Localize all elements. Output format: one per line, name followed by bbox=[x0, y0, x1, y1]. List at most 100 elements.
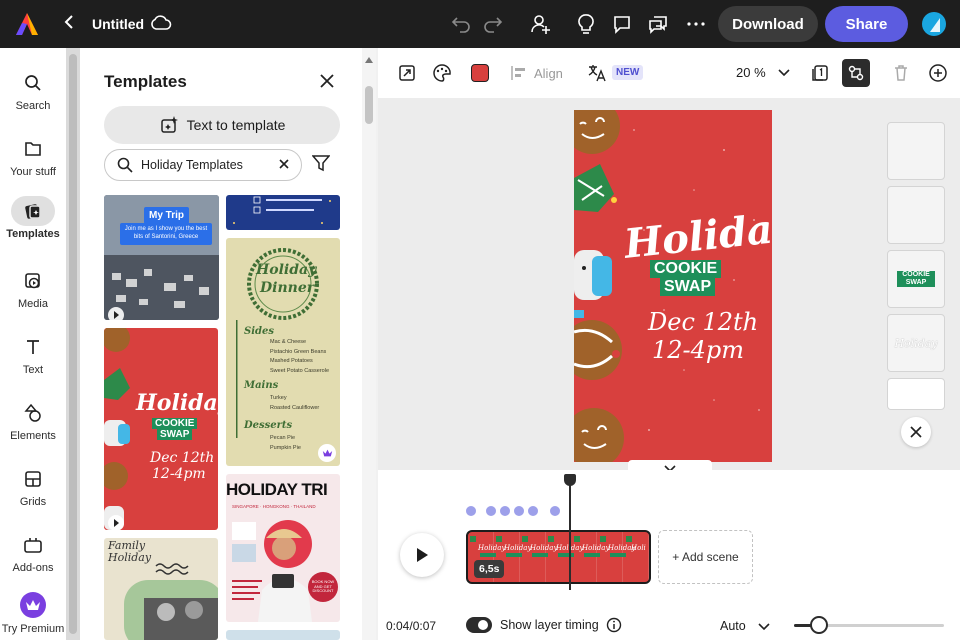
theme-palette-icon[interactable] bbox=[431, 62, 453, 84]
cloud-icon[interactable] bbox=[150, 13, 172, 38]
layer-marker[interactable] bbox=[466, 506, 476, 516]
rail-item-search[interactable]: Search bbox=[0, 68, 66, 128]
canvas-time-text[interactable]: 12-4pm bbox=[652, 336, 744, 364]
page-number-icon[interactable] bbox=[809, 62, 831, 84]
canvas-swap-text[interactable]: SWAP bbox=[660, 278, 716, 297]
lightbulb-icon[interactable] bbox=[574, 12, 598, 36]
timing-mode-select[interactable]: Auto bbox=[720, 619, 746, 633]
menu-item: Pumpkin Pie bbox=[270, 444, 301, 451]
info-icon[interactable] bbox=[606, 617, 622, 638]
close-layers-button[interactable] bbox=[901, 417, 931, 447]
more-icon[interactable] bbox=[684, 12, 708, 36]
filter-icon[interactable] bbox=[311, 154, 331, 177]
close-icon[interactable] bbox=[320, 71, 334, 94]
layer-thumb[interactable] bbox=[887, 122, 945, 180]
translate-icon[interactable] bbox=[586, 62, 608, 84]
clear-search-icon[interactable] bbox=[279, 157, 289, 172]
zoom-level[interactable]: 20 % bbox=[736, 65, 766, 80]
traveler-photo bbox=[232, 520, 312, 622]
layer-thumb[interactable] bbox=[887, 378, 945, 410]
document-title[interactable]: Untitled bbox=[92, 16, 144, 32]
panel-scrollbar[interactable] bbox=[362, 48, 376, 640]
align-label[interactable]: Align bbox=[534, 66, 563, 81]
layer-marker[interactable] bbox=[514, 506, 524, 516]
rail-item-media[interactable]: Media bbox=[0, 266, 66, 326]
menu-item: Sweet Potato Casserole bbox=[270, 367, 330, 374]
template-card-checklist[interactable] bbox=[226, 195, 340, 230]
template-card-holiday-trip[interactable]: HOLIDAY TRI SINGAPORE · HONGKONG · THAIL… bbox=[226, 474, 340, 622]
dinner-title-line2: Dinner bbox=[260, 280, 315, 296]
download-button[interactable]: Download bbox=[718, 6, 818, 42]
scroll-up-icon[interactable] bbox=[365, 56, 373, 65]
layer-thumb[interactable] bbox=[887, 186, 945, 244]
chat-icon[interactable] bbox=[646, 12, 670, 36]
layer-thumb[interactable]: COOKIE SWAP bbox=[887, 250, 945, 308]
rail-label: Templates bbox=[6, 228, 60, 240]
layer-thumb[interactable]: Holiday bbox=[887, 314, 945, 372]
menu-item: Roasted Cauliflower bbox=[270, 404, 320, 411]
layer-marker[interactable] bbox=[550, 506, 560, 516]
rail-item-grids[interactable]: Grids bbox=[0, 464, 66, 524]
rail-item-elements[interactable]: Elements bbox=[0, 398, 66, 458]
text-to-template-button[interactable]: Text to template bbox=[104, 106, 340, 144]
scrollbar-thumb[interactable] bbox=[69, 54, 77, 634]
layer-marker[interactable] bbox=[486, 506, 496, 516]
template-card-partial[interactable] bbox=[226, 630, 340, 640]
rail-label: Add-ons bbox=[12, 562, 54, 574]
align-icon[interactable] bbox=[508, 62, 530, 84]
sides-list: Mac & Cheese Pistachio Green Beans Mashe… bbox=[270, 338, 329, 377]
add-ons-icon bbox=[11, 530, 55, 560]
svg-text:Holiday: Holiday bbox=[581, 544, 610, 552]
playhead[interactable] bbox=[569, 478, 571, 590]
menu-item: Mac & Cheese bbox=[270, 339, 307, 345]
rail-label: Search bbox=[15, 100, 51, 112]
rail-item-add-ons[interactable]: Add-ons bbox=[0, 530, 66, 590]
avatar[interactable] bbox=[922, 12, 946, 36]
play-button[interactable] bbox=[400, 533, 444, 577]
text-to-template-label: Text to template bbox=[186, 117, 286, 133]
adobe-express-logo[interactable] bbox=[14, 11, 40, 37]
rail-item-templates[interactable]: Templates bbox=[0, 196, 66, 256]
invite-user-icon[interactable] bbox=[528, 12, 552, 36]
rail-item-try-premium[interactable]: Try Premium bbox=[0, 592, 66, 640]
scrollbar-thumb[interactable] bbox=[365, 86, 373, 124]
swap-word: SWAP bbox=[157, 429, 193, 440]
template-card-my-trip[interactable]: My Trip Join me as I show you the best b… bbox=[104, 195, 219, 320]
chevron-down-icon[interactable] bbox=[758, 618, 770, 636]
sides-heading: Sides bbox=[244, 326, 275, 337]
layers-tool-button[interactable] bbox=[842, 59, 870, 87]
rail-label: Text bbox=[22, 364, 44, 376]
layer-marker[interactable] bbox=[528, 506, 538, 516]
layer-timing-toggle[interactable] bbox=[466, 617, 492, 633]
fill-color-swatch[interactable] bbox=[469, 62, 491, 84]
undo-icon[interactable] bbox=[449, 12, 473, 36]
canvas-page[interactable]: Holiday COOKIE SWAP Dec 12th 12-4pm bbox=[574, 110, 772, 462]
template-card-cookie-swap[interactable]: Holiday COOKIE SWAP Dec 12th 12-4pm bbox=[104, 328, 218, 530]
add-scene-button[interactable]: + Add scene bbox=[658, 530, 753, 584]
back-icon[interactable] bbox=[64, 14, 74, 35]
scene-clip[interactable]: Holiday Holiday Holiday Holiday Holiday … bbox=[466, 530, 651, 584]
canvas-cookie-text[interactable]: COOKIE bbox=[650, 260, 722, 279]
rail-label: Your stuff bbox=[10, 166, 56, 178]
trash-icon[interactable] bbox=[890, 62, 912, 84]
share-button[interactable]: Share bbox=[825, 6, 908, 42]
rail-scrollbar[interactable] bbox=[66, 48, 80, 640]
canvas-date-text[interactable]: Dec 12th bbox=[648, 308, 758, 336]
resize-icon[interactable] bbox=[396, 62, 418, 84]
layer-marker[interactable] bbox=[500, 506, 510, 516]
magic-template-icon bbox=[160, 116, 178, 133]
comment-icon[interactable] bbox=[610, 12, 634, 36]
menu-item: Pecan Pie bbox=[270, 435, 296, 441]
template-card-holiday-dinner[interactable]: Holiday Dinner Sides Mac & Cheese Pistac… bbox=[226, 238, 340, 466]
add-page-icon[interactable] bbox=[927, 62, 949, 84]
zoom-chevron-down-icon[interactable] bbox=[773, 62, 795, 84]
layer-markers bbox=[466, 506, 560, 516]
trip-subtitle: Join me as I show you the best bits of S… bbox=[120, 223, 212, 245]
playhead-handle[interactable] bbox=[564, 474, 576, 486]
slider-handle[interactable] bbox=[810, 616, 828, 634]
rail-item-text[interactable]: Text bbox=[0, 332, 66, 392]
template-card-family-holiday[interactable]: Family Holiday bbox=[104, 538, 218, 640]
template-search-input[interactable]: Holiday Templates bbox=[104, 149, 302, 181]
rail-item-your-stuff[interactable]: Your stuff bbox=[0, 134, 66, 194]
redo-icon[interactable] bbox=[481, 12, 505, 36]
